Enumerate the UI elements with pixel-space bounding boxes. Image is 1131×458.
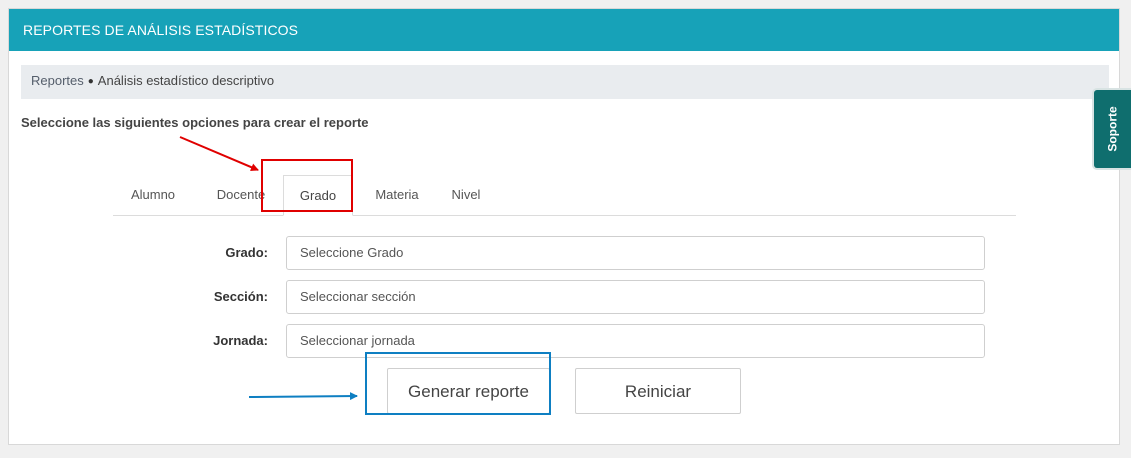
panel-header-title: REPORTES DE ANÁLISIS ESTADÍSTICOS bbox=[9, 9, 1119, 51]
tab-materia[interactable]: Materia bbox=[365, 175, 429, 215]
generate-report-button[interactable]: Generar reporte bbox=[387, 368, 550, 414]
breadcrumb-current: Análisis estadístico descriptivo bbox=[97, 73, 275, 88]
grado-label: Grado: bbox=[225, 245, 268, 260]
breadcrumb-link-reportes[interactable]: Reportes bbox=[31, 73, 84, 88]
breadcrumb-separator: ● bbox=[87, 76, 94, 87]
tab-alumno[interactable]: Alumno bbox=[115, 175, 191, 215]
instructions-text: Seleccione las siguientes opciones para … bbox=[21, 115, 369, 130]
seccion-label: Sección: bbox=[213, 289, 268, 304]
tab-nivel[interactable]: Nivel bbox=[443, 175, 489, 215]
tab-grado[interactable]: Grado bbox=[283, 175, 353, 216]
form-row-grado: Grado: Seleccione Grado bbox=[9, 236, 1121, 270]
jornada-select[interactable]: Seleccionar jornada bbox=[286, 324, 985, 358]
form-row-jornada: Jornada: Seleccionar jornada bbox=[9, 324, 1121, 358]
tab-docente[interactable]: Docente bbox=[207, 175, 275, 215]
support-tab-label: Soporte bbox=[1105, 106, 1120, 152]
form-row-seccion: Sección: Seleccionar sección bbox=[9, 280, 1121, 314]
reset-button[interactable]: Reiniciar bbox=[575, 368, 741, 414]
breadcrumb: Reportes ● Análisis estadístico descriptiv… bbox=[21, 65, 1109, 99]
jornada-label: Jornada: bbox=[213, 333, 268, 348]
report-panel: REPORTES DE ANÁLISIS ESTADÍSTICOS Report… bbox=[8, 8, 1120, 445]
support-tab[interactable]: Soporte bbox=[1092, 88, 1131, 170]
grado-select[interactable]: Seleccione Grado bbox=[286, 236, 985, 270]
report-type-tabs: Alumno Docente Grado Materia Nivel bbox=[113, 175, 1016, 216]
seccion-select[interactable]: Seleccionar sección bbox=[286, 280, 985, 314]
